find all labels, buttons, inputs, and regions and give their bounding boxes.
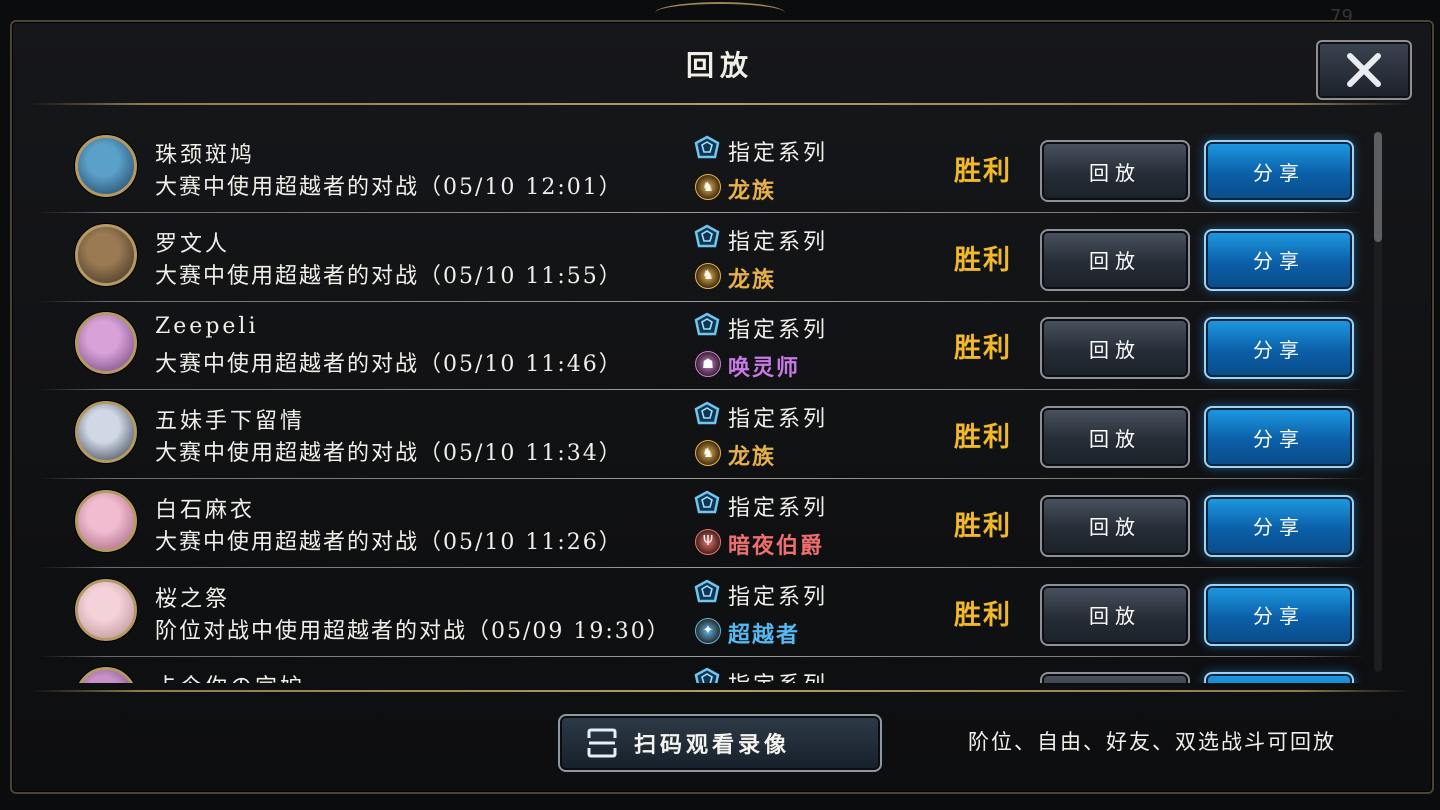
- opponent-name: 罗文人: [155, 231, 231, 257]
- match-result: 胜利: [954, 333, 1012, 365]
- necromancer-class-icon: ☗: [695, 351, 721, 378]
- list-scrollbar[interactable]: [1374, 132, 1382, 672]
- format-series-icon: [694, 135, 720, 159]
- close-x-icon: [1347, 53, 1381, 87]
- replay-button[interactable]: 回放: [1040, 494, 1190, 557]
- replay-row: Zeepeli 大赛中使用超越者的对战（05/10 11:46） 指定系列 ☗ …: [40, 302, 1365, 391]
- share-button[interactable]: [1204, 672, 1354, 683]
- replay-row: 白石麻衣 大赛中使用超越者的对战（05/10 11:26） 指定系列 Ψ 暗夜伯…: [40, 480, 1365, 568]
- replay-row: 卡今你の宫妒 指定系列: [40, 657, 1365, 683]
- format-series-icon: [694, 667, 720, 683]
- match-description: 大赛中使用超越者的对战（05/10 11:55）: [155, 263, 623, 289]
- footer-divider: [30, 690, 1410, 692]
- opponent-name: 卡今你の宫妒: [155, 669, 305, 683]
- dragon-class-icon: ♞: [695, 174, 721, 200]
- top-ornament: [655, 2, 785, 24]
- deck-class-label: 超越者: [728, 621, 801, 648]
- opponent-name: Zeepeli: [155, 314, 259, 340]
- format-series-label: 指定系列: [728, 229, 829, 255]
- match-result: 胜利: [954, 599, 1012, 631]
- share-button[interactable]: 分享: [1204, 140, 1354, 202]
- match-result: 胜利: [954, 510, 1012, 542]
- deck-class-label: 龙族: [728, 178, 777, 204]
- share-button[interactable]: 分享: [1204, 583, 1354, 646]
- deck-class-label: 暗夜伯爵: [728, 532, 825, 559]
- share-button[interactable]: 分享: [1204, 317, 1354, 380]
- replay-button[interactable]: 回放: [1040, 583, 1190, 646]
- opponent-avatar: [75, 489, 137, 552]
- opponent-avatar: [75, 667, 137, 683]
- scrollbar-thumb[interactable]: [1374, 132, 1382, 242]
- dialog-title: 回放: [685, 49, 754, 82]
- share-button[interactable]: 分享: [1204, 494, 1354, 557]
- replay-button[interactable]: 回放: [1040, 317, 1190, 380]
- opponent-avatar: [75, 135, 137, 197]
- deck-class-label: 龙族: [728, 266, 777, 293]
- share-button[interactable]: 分享: [1204, 406, 1354, 469]
- format-series-label: 指定系列: [728, 584, 829, 610]
- opponent-name: 五妹手下留情: [155, 409, 306, 435]
- opponent-name: 桜之祭: [155, 586, 231, 612]
- format-series-label: 指定系列: [728, 318, 829, 344]
- title-divider: [30, 103, 1410, 105]
- match-description: 大赛中使用超越者的对战（05/10 11:46）: [155, 352, 623, 378]
- replay-hint-text: 阶位、自由、好友、双选战斗可回放: [968, 730, 1336, 754]
- opponent-name: 白石麻衣: [155, 497, 256, 523]
- format-series-icon: [694, 579, 720, 602]
- transcendent-class-icon: ✦: [695, 617, 721, 644]
- match-result: 胜利: [954, 422, 1012, 454]
- format-series-label: 指定系列: [728, 407, 829, 433]
- deck-class-label: 龙族: [728, 444, 777, 471]
- scan-button-label: 扫码观看录像: [634, 732, 791, 758]
- vampire-class-icon: Ψ: [695, 528, 721, 555]
- dragon-class-icon: ♞: [695, 440, 721, 467]
- replay-button[interactable]: [1040, 672, 1190, 683]
- match-description: 阶位对战中使用超越者的对战（05/09 19:30）: [155, 618, 671, 644]
- replay-button[interactable]: 回放: [1040, 406, 1190, 469]
- close-button[interactable]: [1316, 40, 1412, 100]
- match-description: 大赛中使用超越者的对战（05/10 12:01）: [155, 175, 623, 200]
- match-result: 胜利: [954, 244, 1012, 276]
- scan-icon: [587, 728, 617, 758]
- replay-row: 五妹手下留情 大赛中使用超越者的对战（05/10 11:34） 指定系列 ♞ 龙…: [40, 391, 1365, 480]
- replay-row: 珠颈斑鸠 大赛中使用超越者的对战（05/10 12:01） 指定系列 ♞ 龙族 …: [40, 125, 1365, 213]
- format-series-label: 指定系列: [728, 141, 829, 166]
- opponent-avatar: [75, 312, 137, 375]
- replay-row: 罗文人 大赛中使用超越者的对战（05/10 11:55） 指定系列 ♞ 龙族 胜…: [40, 214, 1365, 302]
- format-series-icon: [694, 312, 720, 336]
- opponent-avatar: [75, 578, 137, 641]
- format-series-icon: [694, 490, 720, 514]
- share-button[interactable]: 分享: [1204, 228, 1354, 291]
- dragon-class-icon: ♞: [695, 262, 721, 289]
- replay-button[interactable]: 回放: [1040, 228, 1190, 291]
- replay-row: 桜之祭 阶位对战中使用超越者的对战（05/09 19:30） 指定系列 ✦ 超越…: [40, 569, 1365, 657]
- opponent-avatar: [75, 401, 137, 464]
- format-series-label: 指定系列: [728, 667, 828, 683]
- opponent-name: 珠颈斑鸠: [155, 143, 256, 168]
- deck-class-label: 唤灵师: [728, 355, 801, 382]
- format-series-icon: [694, 224, 720, 247]
- replay-list[interactable]: 珠颈斑鸠 大赛中使用超越者的对战（05/10 12:01） 指定系列 ♞ 龙族 …: [40, 125, 1365, 683]
- match-description: 大赛中使用超越者的对战（05/10 11:26）: [155, 529, 623, 555]
- match-result: 胜利: [954, 156, 1012, 187]
- match-description: 大赛中使用超越者的对战（05/10 11:34）: [155, 441, 623, 467]
- format-series-label: 指定系列: [728, 495, 829, 521]
- opponent-avatar: [75, 223, 137, 286]
- replay-button[interactable]: 回放: [1040, 140, 1190, 202]
- format-series-icon: [694, 401, 720, 425]
- scan-to-watch-button[interactable]: 扫码观看录像: [558, 714, 882, 772]
